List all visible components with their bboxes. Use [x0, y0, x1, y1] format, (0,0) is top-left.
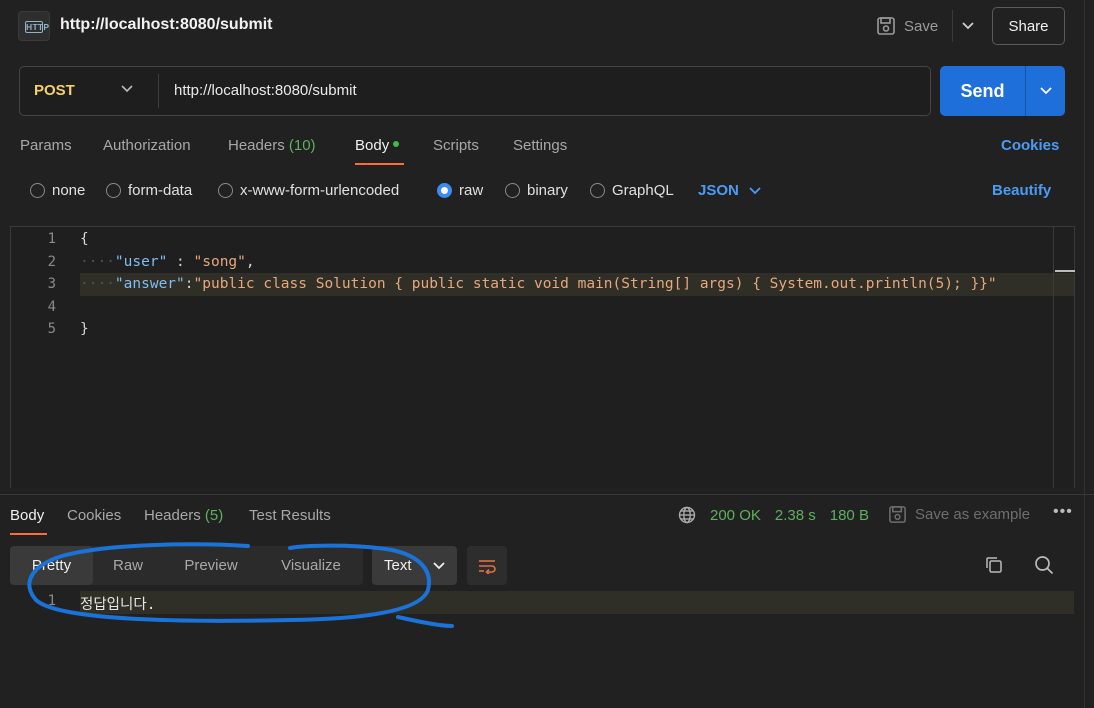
save-label: Save [904, 17, 939, 35]
window-scrollbar-track[interactable] [1084, 0, 1085, 708]
chevron-down-icon [961, 22, 974, 30]
radio-none[interactable]: none [30, 182, 85, 199]
save-icon [889, 506, 906, 523]
view-mode-switcher: Pretty Raw Preview Visualize [10, 546, 363, 585]
active-tab-underline [355, 163, 404, 165]
code-line-5: } [80, 321, 89, 337]
cookies-link[interactable]: Cookies [1001, 137, 1059, 154]
beautify-button[interactable]: Beautify [992, 182, 1051, 199]
radio-graphql[interactable]: GraphQL [590, 182, 674, 199]
search-icon[interactable] [1034, 555, 1054, 579]
tab-headers[interactable]: Headers (10) [228, 137, 316, 154]
radio-circle-icon [218, 183, 233, 198]
url-divider [158, 74, 159, 108]
url-input[interactable] [174, 82, 914, 99]
editor-scroll-thumb[interactable] [1055, 270, 1075, 272]
response-headers-count: (5) [204, 507, 224, 524]
line-number: 3 [47, 276, 56, 292]
chevron-down-icon [1039, 87, 1052, 95]
radio-circle-icon [505, 183, 520, 198]
method-chevron-down-icon[interactable] [121, 80, 133, 97]
response-size[interactable]: 180 B [830, 507, 869, 524]
save-options-button[interactable] [952, 10, 982, 42]
radio-form-data[interactable]: form-data [106, 182, 192, 199]
response-current-line-highlight [80, 591, 1074, 614]
send-options-button[interactable] [1025, 66, 1065, 116]
pane-splitter[interactable] [0, 494, 1094, 495]
send-button[interactable]: Send [940, 66, 1025, 116]
response-time[interactable]: 2.38 s [775, 507, 816, 524]
http-request-icon: HTTP [18, 11, 50, 41]
line-number: 5 [47, 321, 56, 337]
code-line-3: ····"answer":"public class Solution { pu… [80, 276, 997, 292]
save-as-example-button[interactable]: Save as example [888, 505, 1030, 524]
editor-scroll-track[interactable] [1053, 226, 1054, 488]
content-type-select[interactable]: Text [372, 546, 457, 585]
wrap-lines-icon [479, 559, 496, 574]
tab-params[interactable]: Params [20, 137, 72, 154]
radio-circle-icon [590, 183, 605, 198]
chevron-down-icon [749, 186, 761, 194]
radio-circle-icon [106, 183, 121, 198]
body-modified-dot [393, 141, 400, 148]
radio-raw[interactable]: raw [437, 182, 483, 199]
format-select[interactable]: JSON [698, 182, 761, 199]
chevron-down-icon [433, 561, 445, 569]
view-mode-visualize[interactable]: Visualize [259, 546, 363, 585]
request-title[interactable]: http://localhost:8080/submit [60, 16, 272, 34]
more-options-icon[interactable]: ••• [1053, 503, 1073, 521]
view-mode-pretty[interactable]: Pretty [10, 546, 93, 585]
radio-binary[interactable]: binary [505, 182, 568, 199]
tab-settings[interactable]: Settings [513, 137, 567, 154]
view-mode-raw[interactable]: Raw [93, 546, 163, 585]
view-mode-preview[interactable]: Preview [163, 546, 259, 585]
save-icon [877, 17, 895, 35]
radio-x-www-form-urlencoded[interactable]: x-www-form-urlencoded [218, 182, 399, 199]
radio-circle-icon [30, 183, 45, 198]
response-tab-body[interactable]: Body [10, 507, 44, 524]
headers-count: (10) [288, 137, 316, 154]
response-body-text[interactable]: 정답입니다. [80, 593, 155, 614]
response-status-bar: 200 OK 2.38 s 180 B [678, 506, 869, 524]
radio-selected-icon [437, 183, 452, 198]
tab-scripts[interactable]: Scripts [433, 137, 479, 154]
globe-icon[interactable] [678, 506, 696, 524]
tab-body[interactable]: Body [355, 137, 400, 154]
save-button[interactable]: Save [876, 10, 938, 42]
tab-authorization[interactable]: Authorization [103, 137, 191, 154]
method-select[interactable]: POST [34, 82, 75, 99]
response-tab-headers[interactable]: Headers (5) [144, 507, 223, 524]
line-number: 1 [47, 231, 56, 247]
line-number: 4 [47, 299, 56, 315]
copy-icon[interactable] [984, 555, 1004, 579]
code-line-2: ····"user" : "song", [80, 254, 255, 270]
wrap-lines-button[interactable] [467, 546, 507, 585]
response-tab-test-results[interactable]: Test Results [249, 507, 331, 524]
response-line-number: 1 [47, 593, 56, 609]
code-line-1: { [80, 231, 89, 247]
status-code[interactable]: 200 OK [710, 507, 761, 524]
line-number: 2 [47, 254, 56, 270]
response-active-tab-underline [10, 533, 47, 535]
response-tab-cookies[interactable]: Cookies [67, 507, 121, 524]
share-button[interactable]: Share [992, 7, 1065, 45]
